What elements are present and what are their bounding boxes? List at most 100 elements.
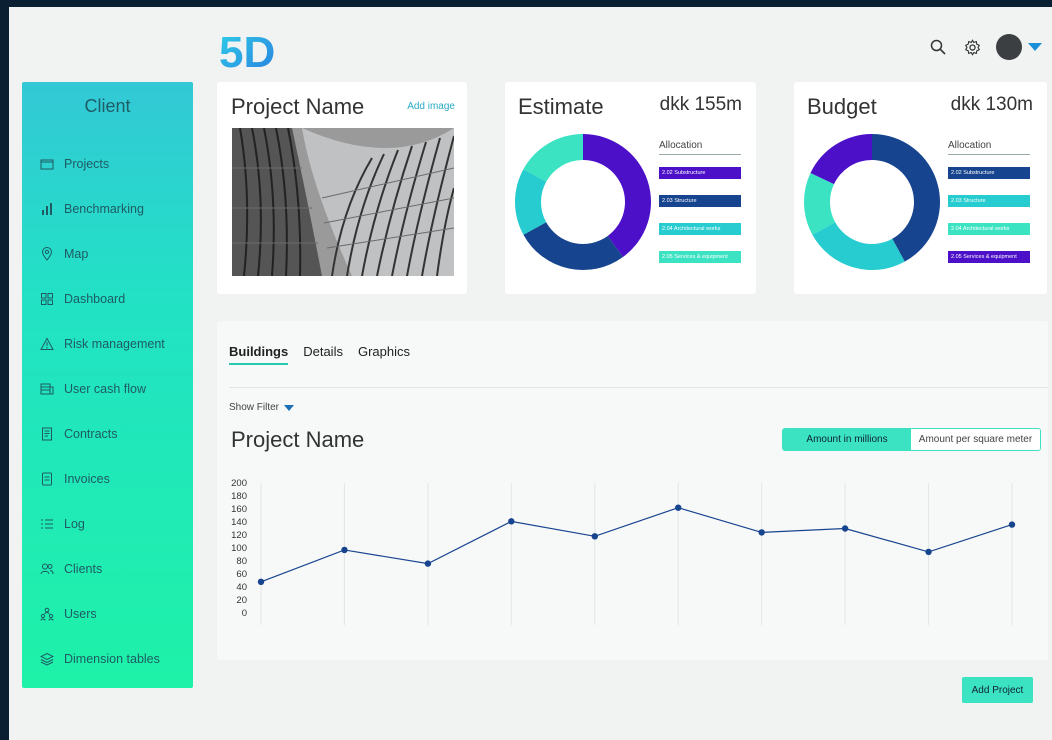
layers-icon [40,652,54,666]
allocation-item: 2.02 Substructure [948,167,1030,179]
list-icon [41,519,53,528]
estimate-slice-0 [583,134,651,258]
allocation-item: 2.03 Structure [948,195,1030,207]
y-tick-label: 60 [236,569,247,580]
sidebar-title: Client [84,96,131,116]
sidebar-item-risk-management[interactable]: Risk management [22,321,193,366]
budget-slice-0 [872,134,940,262]
logo[interactable]: 5D [219,25,279,73]
estimate-card: Estimate dkk 155m Allocation 2.02 Substr… [505,82,756,294]
y-tick-label: 120 [231,530,247,541]
buildings-panel: Buildings Details Graphics Show Filter P… [217,321,1048,660]
sidebar-item-label: Dashboard [64,291,126,306]
budget-slice-1 [812,222,905,270]
sidebar-item-benchmarking[interactable]: Benchmarking [22,186,193,231]
sidebar-item-dashboard[interactable]: Dashboard [22,276,193,321]
data-point[interactable] [758,529,765,536]
avatar[interactable] [996,34,1022,60]
y-tick-label: 100 [231,543,247,554]
estimate-amount: dkk 155m [659,94,742,115]
project-image [232,128,454,276]
y-tick-label: 80 [236,556,247,567]
sidebar-item-label: Risk management [64,336,165,351]
tab-divider [229,387,1048,388]
search-icon[interactable] [928,37,948,57]
sidebar-item-label: Clients [64,561,103,576]
estimate-title: Estimate [518,94,604,119]
tab-bar: Buildings Details Graphics [229,344,410,365]
allocation-item: 2.03 Structure [659,195,741,207]
users-icon [40,607,54,621]
tab-graphics[interactable]: Graphics [358,344,410,365]
data-point[interactable] [591,533,598,540]
data-point[interactable] [925,548,932,556]
sidebar-item-label: Benchmarking [64,201,144,216]
budget-card: Budget dkk 130m Allocation 2.02 Substruc… [794,82,1047,294]
sidebar-item-label: Log [64,516,85,531]
y-tick-label: 140 [231,517,247,528]
data-point[interactable] [341,546,348,554]
show-filter-toggle[interactable]: Show Filter [229,402,295,413]
header-tools [928,34,1042,60]
chevron-down-icon[interactable] [1028,43,1042,51]
estimate-donut-chart [515,134,651,270]
data-point[interactable] [424,560,432,567]
cash-icon [40,383,54,394]
y-tick-label: 180 [231,491,247,502]
sidebar-item-contracts[interactable]: Contracts [22,411,193,456]
sidebar-item-label: Invoices [64,471,110,486]
y-tick-label: 20 [236,595,247,606]
show-filter-label: Show Filter [229,402,280,413]
allocation-item: 2.04 Architectural works [948,223,1030,235]
estimate-slice-1 [523,222,623,270]
budget-title: Budget [807,94,877,119]
allocation-item: 2.05 Services & equipment [948,251,1030,263]
sidebar-item-label: Projects [64,156,110,171]
sidebar-item-dimension-tables[interactable]: Dimension tables [22,636,193,681]
amount-in-millions-button[interactable]: Amount in millions [783,429,911,450]
allocation-item: 2.02 Substructure [659,167,741,179]
gear-icon[interactable] [962,37,982,57]
data-point[interactable] [841,525,849,532]
budget-slice-3 [810,134,872,185]
chart-title: Project Name [231,427,365,452]
data-point[interactable] [508,518,515,525]
y-tick-label: 200 [231,478,247,489]
data-point[interactable] [257,578,265,585]
data-point[interactable] [675,504,682,511]
sidebar-item-users[interactable]: Users [22,591,193,636]
sidebar-item-label: Map [64,246,89,261]
data-point[interactable] [1008,521,1016,528]
logo-text: 5D [219,28,275,73]
unit-toggle: Amount in millions Amount per square met… [782,428,1041,451]
sidebar-item-label: Contracts [64,426,118,441]
sidebar-item-map[interactable]: Map [22,231,193,276]
contract-icon [42,427,52,440]
series-line-0 [260,507,1013,583]
sidebar-list: Projects Benchmarking Map Dashboard Risk… [22,141,193,681]
allocation-title: Allocation [659,140,741,155]
tab-details[interactable]: Details [303,344,343,365]
app-frame: 5D Client Projects Benchmarking Map Dash… [9,7,1052,740]
budget-amount: dkk 130m [950,94,1033,115]
y-tick-label: 160 [231,504,247,515]
sidebar-item-clients[interactable]: Clients [22,546,193,591]
clients-icon [40,563,54,574]
allocation-item: 2.04 Architectural works [659,223,741,235]
sidebar-item-invoices[interactable]: Invoices [22,456,193,501]
tab-buildings[interactable]: Buildings [229,344,289,365]
warning-icon [40,336,54,350]
sidebar-item-log[interactable]: Log [22,501,193,546]
sidebar-item-label: Dimension tables [64,651,160,666]
sidebar-item-projects[interactable]: Projects [22,141,193,186]
sidebar-item-label: Users [64,606,97,621]
sidebar-item-user-cash-flow[interactable]: User cash flow [22,366,193,411]
caret-down-icon [284,404,295,411]
amount-per-square-meter-button[interactable]: Amount per square meter [911,429,1040,450]
y-tick-label: 40 [236,582,247,593]
allocation-title: Allocation [948,140,1030,155]
project-card: Project Name Add image [217,82,467,294]
add-project-button[interactable]: Add Project [962,677,1033,703]
budget-donut-chart [804,134,940,270]
add-image-link[interactable]: Add image [407,101,455,112]
